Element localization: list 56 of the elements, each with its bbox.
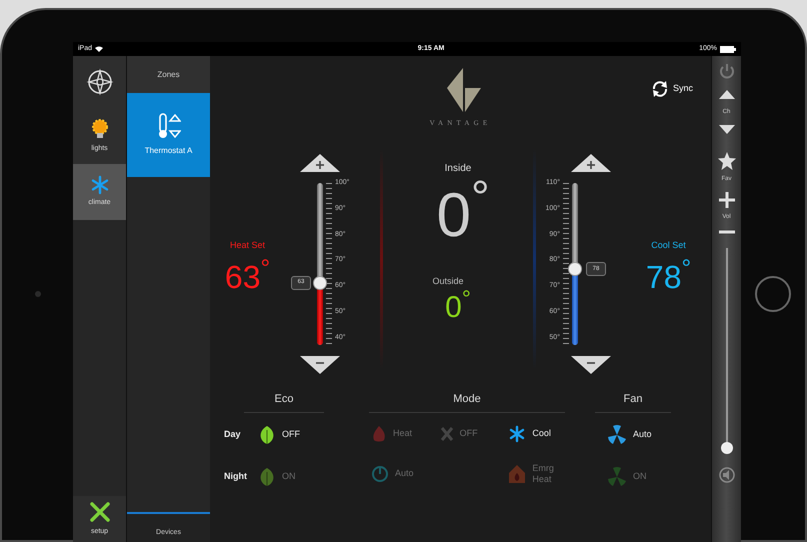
setpoint-label: Cool Set: [651, 239, 686, 252]
increase-button[interactable]: [570, 153, 612, 173]
row-label: Day: [224, 428, 242, 441]
fan-icon: [607, 424, 627, 444]
inside-temperature: 0$^{°}$: [436, 176, 490, 252]
decrease-button[interactable]: [299, 355, 341, 375]
setpoint-value: 63$^{°}$: [224, 260, 270, 292]
sync-icon: [650, 80, 669, 98]
minus-icon: [570, 355, 612, 375]
minus-icon: [299, 355, 341, 375]
option-button[interactable]: OFF: [258, 424, 300, 444]
up-arrow-icon[interactable]: [718, 90, 734, 99]
power-circle-icon: [371, 464, 389, 483]
sync-button[interactable]: Sync: [650, 80, 693, 98]
x-icon: [440, 426, 454, 442]
down-arrow-icon[interactable]: [718, 125, 734, 134]
fan-icon: [607, 466, 627, 486]
star-icon[interactable]: [718, 152, 736, 170]
outside-temperature: 0$^{°}$: [445, 288, 471, 326]
inside-label: Inside: [444, 162, 472, 176]
wifi-icon: [95, 46, 104, 52]
tools-icon[interactable]: [88, 500, 112, 524]
decrease-button[interactable]: [570, 355, 612, 375]
power-icon[interactable]: [718, 62, 736, 80]
snowflake-icon: [90, 175, 110, 196]
leaf-icon: [258, 424, 276, 444]
option-button[interactable]: Cool: [508, 424, 577, 442]
outside-label: Outside: [432, 274, 464, 288]
increase-button[interactable]: [299, 153, 341, 173]
compass-icon[interactable]: [86, 68, 114, 96]
home-button[interactable]: [755, 276, 791, 312]
plus-icon: [299, 153, 341, 173]
row-label: Night: [224, 470, 248, 483]
minus-icon[interactable]: [718, 230, 734, 234]
camera-lens: [34, 291, 40, 297]
section-header: Mode: [369, 391, 565, 412]
mute-icon[interactable]: [718, 466, 736, 484]
slider-thumb[interactable]: [313, 276, 327, 290]
battery-icon: [720, 46, 736, 52]
zone-tile[interactable]: Thermostat A: [127, 93, 210, 177]
volume-slider-thumb[interactable]: [720, 442, 732, 454]
option-button[interactable]: Auto: [607, 424, 685, 444]
section-header: Eco: [244, 391, 324, 412]
setpoint-label: Heat Set: [230, 239, 266, 252]
nav-item[interactable]: [73, 56, 126, 108]
setpoint-value: 78$^{°}$: [646, 260, 692, 292]
snowflake-icon: [508, 424, 526, 442]
zones-header: Zones: [127, 56, 210, 93]
slider-thumb[interactable]: [568, 262, 582, 276]
house-flame-icon: [508, 464, 526, 484]
plus-icon[interactable]: [718, 192, 734, 208]
plus-icon: [570, 153, 612, 173]
leaf-icon: [258, 466, 276, 486]
section-header: Fan: [595, 391, 671, 412]
thermostat-icon: [156, 113, 180, 139]
flame-icon: [371, 424, 387, 442]
